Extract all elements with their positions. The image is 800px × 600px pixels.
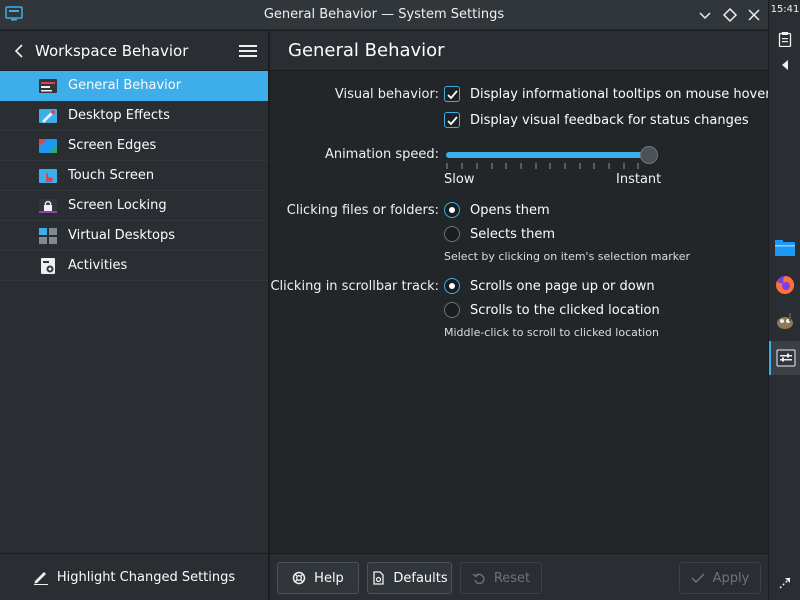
system-settings-taskbar-icon[interactable] (769, 341, 800, 375)
tooltips-checkbox-label: Display informational tooltips on mouse … (470, 86, 771, 102)
sidebar-header: Workspace Behavior (0, 31, 268, 71)
collapse-arrow-icon[interactable] (769, 48, 800, 82)
scroll-page-radio-row[interactable]: Scrolls one page up or down (444, 278, 655, 294)
sidebar-item-label: Virtual Desktops (68, 228, 175, 243)
help-label: Help (314, 570, 344, 586)
tooltips-checkbox[interactable] (444, 86, 460, 102)
visual-feedback-checkbox-row[interactable]: Display visual feedback for status chang… (444, 112, 749, 128)
sidebar-item-activities[interactable]: Activities (0, 251, 268, 281)
screen-locking-icon (39, 198, 57, 213)
footer-bar: Help Defaults Reset Apply (270, 553, 768, 600)
opens-them-radio-row[interactable]: Opens them (444, 202, 550, 218)
defaults-label: Defaults (393, 570, 448, 586)
sidebar: Workspace Behavior General Behavior Desk… (0, 31, 269, 553)
main-panel: General Behavior Visual behavior: Displa… (270, 31, 771, 553)
sidebar-item-label: General Behavior (68, 78, 182, 93)
slider-track[interactable] (446, 152, 648, 158)
close-icon[interactable] (745, 6, 763, 24)
side-panel: 15:41 (768, 0, 800, 600)
opens-them-radio[interactable] (444, 202, 460, 218)
sidebar-item-label: Desktop Effects (68, 108, 170, 123)
firefox-icon[interactable] (769, 268, 800, 302)
sidebar-header-title: Workspace Behavior (35, 41, 189, 60)
virtual-desktops-icon (39, 227, 57, 244)
sidebar-item-label: Screen Locking (68, 198, 167, 213)
slider-max-label: Instant (616, 172, 662, 187)
move-panel-icon[interactable] (769, 566, 800, 600)
slider-handle[interactable] (640, 146, 658, 164)
sidebar-item-touch-screen[interactable]: Touch Screen (0, 161, 268, 191)
apply-label: Apply (712, 570, 750, 586)
sidebar-item-desktop-effects[interactable]: Desktop Effects (0, 101, 268, 131)
checkmark-icon (447, 90, 458, 100)
highlight-changed-settings-button[interactable]: Highlight Changed Settings (0, 553, 269, 600)
activities-icon (41, 257, 55, 274)
selects-them-radio[interactable] (444, 226, 460, 242)
file-manager-icon[interactable] (769, 231, 800, 265)
desktop-effects-icon (39, 108, 57, 123)
document-defaults-icon (373, 571, 385, 585)
window-title: General Behavior — System Settings (263, 7, 505, 22)
window-titlebar: General Behavior — System Settings (0, 0, 768, 30)
sidebar-item-screen-edges[interactable]: Screen Edges (0, 131, 268, 161)
selects-them-radio-row[interactable]: Selects them (444, 226, 555, 242)
minimize-icon[interactable] (696, 6, 714, 24)
tooltips-checkbox-row[interactable]: Display informational tooltips on mouse … (444, 86, 771, 102)
touch-screen-icon (39, 168, 57, 183)
animation-speed-slider[interactable] (446, 145, 660, 175)
clicking-files-label: Clicking files or folders: (286, 203, 439, 218)
general-behavior-icon (39, 78, 57, 93)
scrollbar-hint: Middle-click to scroll to clicked locati… (444, 326, 659, 339)
sidebar-item-virtual-desktops[interactable]: Virtual Desktops (0, 221, 268, 251)
clicking-files-hint: Select by clicking on item's selection m… (444, 250, 690, 263)
visual-behavior-label: Visual behavior: (334, 87, 439, 102)
help-lifebuoy-icon (292, 571, 306, 585)
reset-label: Reset (493, 570, 531, 586)
opens-them-label: Opens them (470, 202, 550, 218)
reset-undo-icon (472, 573, 485, 585)
checkmark-icon (691, 573, 705, 584)
highlight-changed-settings-label: Highlight Changed Settings (56, 569, 236, 585)
back-arrow-icon[interactable] (12, 43, 26, 58)
maximize-icon[interactable] (721, 6, 739, 24)
pen-icon (33, 572, 48, 585)
defaults-button[interactable]: Defaults (367, 562, 452, 594)
sidebar-item-label: Touch Screen (68, 168, 155, 183)
scrollbar-track-label: Clicking in scrollbar track: (270, 279, 439, 294)
screen-edges-icon (39, 138, 57, 153)
checkmark-icon (447, 116, 458, 126)
sidebar-item-label: Activities (68, 258, 128, 273)
help-button[interactable]: Help (277, 562, 359, 594)
scroll-page-label: Scrolls one page up or down (470, 278, 655, 294)
gimp-icon[interactable] (769, 304, 800, 338)
page-title: General Behavior (288, 40, 445, 61)
animation-speed-label: Animation speed: (324, 147, 439, 162)
visual-feedback-checkbox[interactable] (444, 112, 460, 128)
scroll-location-radio-row[interactable]: Scrolls to the clicked location (444, 302, 660, 318)
visual-feedback-checkbox-label: Display visual feedback for status chang… (470, 112, 749, 128)
scroll-location-label: Scrolls to the clicked location (470, 302, 660, 318)
clock: 15:41 (770, 4, 800, 15)
apply-button[interactable]: Apply (679, 562, 761, 594)
scroll-page-radio[interactable] (444, 278, 460, 294)
page-header: General Behavior (270, 31, 768, 71)
slider-min-label: Slow (444, 172, 475, 187)
sidebar-item-label: Screen Edges (68, 138, 157, 153)
sidebar-item-screen-locking[interactable]: Screen Locking (0, 191, 268, 221)
scroll-location-radio[interactable] (444, 302, 460, 318)
selects-them-label: Selects them (470, 226, 556, 242)
sidebar-item-general-behavior[interactable]: General Behavior (0, 71, 268, 101)
reset-button[interactable]: Reset (460, 562, 542, 594)
slider-ticks (446, 163, 639, 169)
sidebar-list: General Behavior Desktop Effects Screen … (0, 71, 268, 281)
hamburger-menu-icon[interactable] (239, 44, 257, 58)
